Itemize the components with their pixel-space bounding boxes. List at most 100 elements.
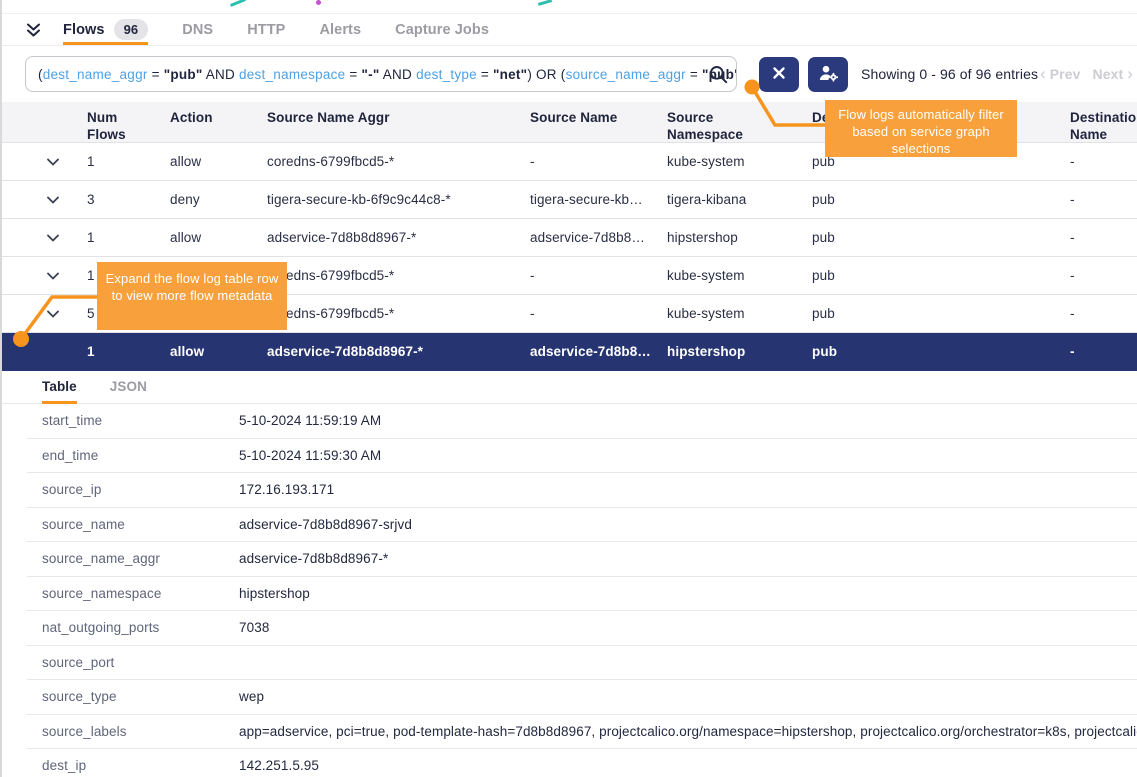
row-expander[interactable]: [2, 310, 82, 318]
detail-key: end_time: [42, 448, 239, 463]
flow-cell: tigera-secure-kb…: [527, 192, 664, 207]
column-header: Destination Name: [1067, 109, 1137, 143]
flow-cell: hipstershop: [664, 230, 809, 245]
next-page-button[interactable]: Next›: [1092, 66, 1133, 82]
column-header: Source Name Aggr: [264, 109, 527, 126]
flow-cell: pub: [809, 344, 1067, 359]
flow-cell: adservice-7d8b8…: [527, 344, 664, 359]
flow-cell: allow: [167, 344, 264, 359]
detail-key: source_ip: [42, 482, 239, 497]
detail-row: source_name_aggradservice-7d8b8d8967-*: [27, 542, 1137, 577]
chevron-left-icon: ‹: [1040, 67, 1046, 81]
tooltip-expand-row: Expand the flow log table row to view mo…: [97, 262, 287, 330]
detail-value: adservice-7d8b8d8967-srjvd: [239, 517, 1137, 532]
detail-value: hipstershop: [239, 586, 1137, 601]
header-expander-spacer: [2, 109, 82, 112]
flow-cell: coredns-6799fbcd5-*: [264, 268, 527, 283]
row-expander[interactable]: [2, 234, 82, 242]
query-segment: "net": [493, 67, 527, 82]
tab-flows[interactable]: Flows 96: [63, 14, 148, 45]
detail-value: app=adservice, pci=true, pod-template-ha…: [239, 724, 1137, 739]
query-segment: dest_type: [416, 67, 477, 82]
query-text: (dest_name_aggr = "pub" AND dest_namespa…: [26, 67, 736, 82]
chevron-down-icon: [47, 196, 59, 204]
flow-cell: coredns-6799fbcd5-*: [264, 306, 527, 321]
column-header: Source Name: [527, 109, 664, 126]
flow-cell: pub: [809, 230, 1067, 245]
tabs-container: Flows 96 DNS HTTP Alerts Capture Jobs: [63, 14, 523, 45]
detail-tab-bar: Table JSON: [2, 371, 1137, 404]
flow-cell: 1: [82, 154, 167, 169]
row-expander[interactable]: [2, 158, 82, 166]
flow-cell: adservice-7d8b8d8967-*: [264, 230, 527, 245]
detail-value: 5-10-2024 11:59:19 AM: [239, 413, 1137, 428]
tab-label: Alerts: [319, 22, 361, 38]
flow-cell: -: [1067, 344, 1137, 359]
flow-cell: -: [527, 268, 664, 283]
flow-cell: pub: [809, 306, 1067, 321]
query-segment: "-": [362, 67, 380, 82]
flow-count-badge: 96: [114, 19, 149, 40]
tab-dns[interactable]: DNS: [182, 14, 213, 45]
tab-capture-jobs[interactable]: Capture Jobs: [395, 14, 489, 45]
detail-row: source_namespacehipstershop: [27, 577, 1137, 612]
column-header-label: Source Namespace: [667, 109, 757, 143]
query-segment: =: [686, 67, 702, 82]
flow-detail-panel: Table JSON start_time5-10-2024 11:59:19 A…: [2, 371, 1137, 777]
flow-cell: pub: [809, 192, 1067, 207]
prev-label: Prev: [1050, 66, 1081, 82]
detail-value: 142.251.5.95: [239, 758, 1137, 773]
flow-table-row[interactable]: 1allowadservice-7d8b8d8967-*adservice-7d…: [2, 219, 1137, 257]
user-settings-button[interactable]: [808, 57, 848, 92]
chevron-down-icon: [47, 158, 59, 166]
tab-label: Flows: [63, 22, 105, 38]
flow-cell: 3: [82, 192, 167, 207]
column-header-label: Source Name: [530, 110, 617, 125]
top-edge-strip: [2, 0, 1137, 14]
tab-http[interactable]: HTTP: [247, 14, 285, 45]
flow-table-row[interactable]: 3denytigera-secure-kb-6f9c9c44c8-*tigera…: [2, 181, 1137, 219]
column-header-label: Destination Name: [1070, 109, 1137, 143]
collapse-panel-icon[interactable]: [25, 22, 42, 38]
detail-key: source_labels: [42, 724, 239, 739]
row-expander[interactable]: [2, 196, 82, 204]
prev-page-button[interactable]: ‹ Prev: [1040, 66, 1081, 82]
flow-cell: kube-system: [664, 268, 809, 283]
flow-cell: coredns-6799fbcd5-*: [264, 154, 527, 169]
flow-cell: hipstershop: [664, 344, 809, 359]
search-icon[interactable]: [708, 64, 729, 90]
query-segment: AND: [203, 67, 240, 82]
detail-key: dest_ip: [42, 758, 239, 773]
flow-cell: allow: [167, 230, 264, 245]
detail-row: source_ip172.16.193.171: [27, 473, 1137, 508]
flow-cell: kube-system: [664, 306, 809, 321]
x-icon: [772, 66, 786, 83]
query-segment: ) OR (: [527, 67, 565, 82]
top-edge-artifact: [316, 0, 321, 5]
query-segment: source_name_aggr: [566, 67, 686, 82]
detail-key: start_time: [42, 413, 239, 428]
flow-cell: -: [1067, 306, 1137, 321]
tab-alerts[interactable]: Alerts: [319, 14, 361, 45]
query-segment: dest_name_aggr: [43, 67, 148, 82]
flow-cell: kube-system: [664, 154, 809, 169]
flow-table-row[interactable]: 1allowadservice-7d8b8d8967-*adservice-7d…: [2, 333, 1137, 371]
detail-tab-json[interactable]: JSON: [110, 379, 147, 404]
detail-key: source_port: [42, 655, 239, 670]
flow-cell: -: [1067, 192, 1137, 207]
chevron-down-icon: [47, 310, 59, 318]
flow-cell: allow: [167, 154, 264, 169]
filter-query-input[interactable]: (dest_name_aggr = "pub" AND dest_namespa…: [25, 56, 737, 92]
query-segment: dest_namespace: [239, 67, 345, 82]
clear-filter-button[interactable]: [759, 57, 799, 92]
query-segment: "pub": [164, 67, 203, 82]
flow-logs-panel: Flows 96 DNS HTTP Alerts Capture Jobs (dest_n…: [0, 0, 1137, 777]
row-expander[interactable]: [2, 272, 82, 280]
chevron-down-icon: [47, 272, 59, 280]
detail-tab-table[interactable]: Table: [42, 379, 77, 404]
query-segment: =: [345, 67, 361, 82]
flow-cell: -: [1067, 230, 1137, 245]
detail-row: source_nameadservice-7d8b8d8967-srjvd: [27, 508, 1137, 543]
detail-row: source_typewep: [27, 680, 1137, 715]
chevron-right-icon: ›: [1127, 67, 1133, 81]
